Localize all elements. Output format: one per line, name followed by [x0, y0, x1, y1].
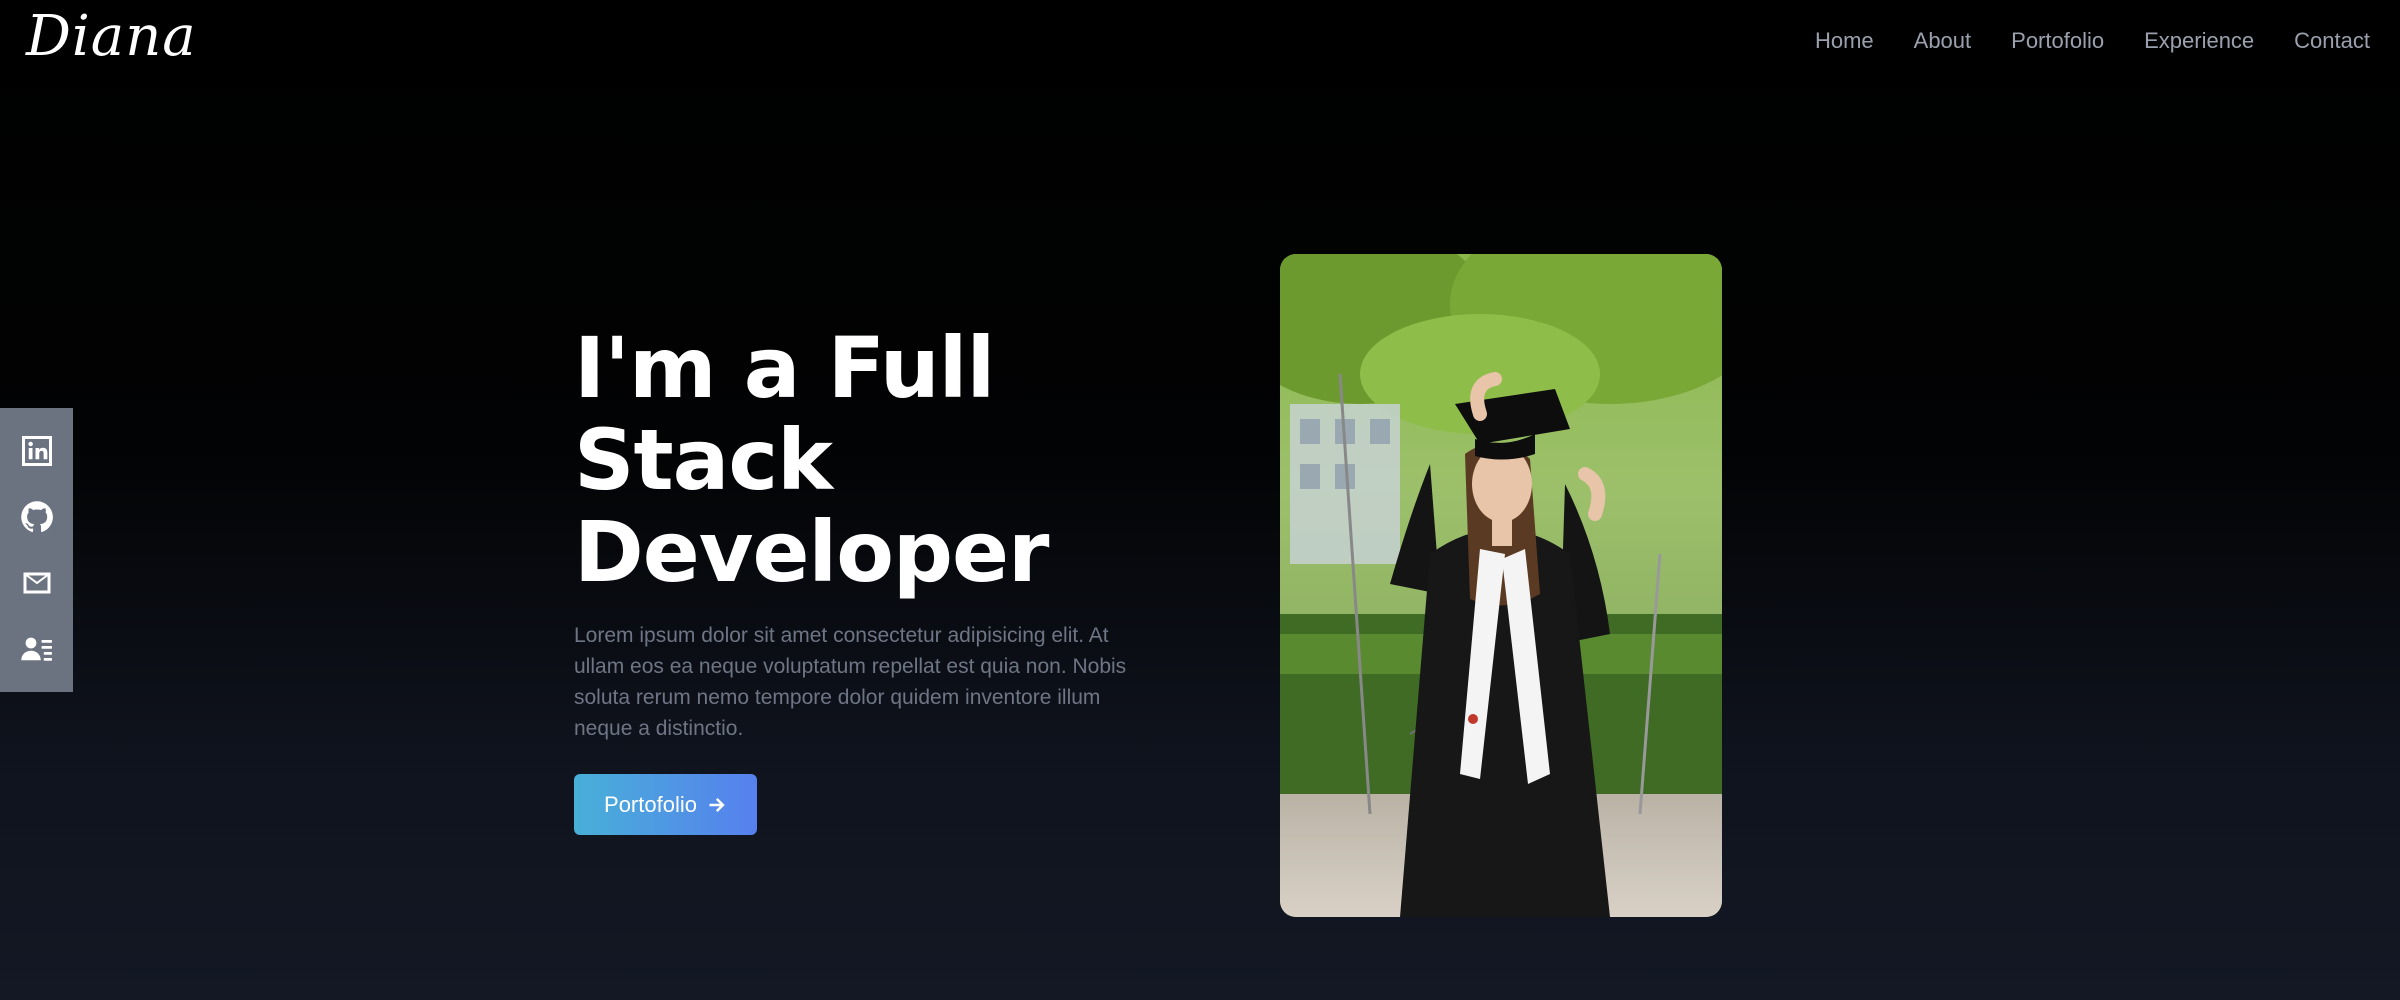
nav-link-about[interactable]: About — [1914, 28, 1972, 54]
linkedin-link[interactable] — [17, 431, 57, 471]
resume-icon — [20, 637, 52, 661]
mail-icon — [23, 572, 50, 594]
arrow-right-icon — [709, 797, 725, 812]
social-links-bar — [0, 408, 73, 692]
profile-photo — [1280, 254, 1722, 917]
hero-description: Lorem ipsum dolor sit amet consectetur a… — [574, 624, 1127, 740]
hero-title: I'm a Full Stack Developer — [574, 319, 1049, 601]
portfolio-button[interactable]: Portofolio — [574, 774, 757, 835]
navbar: Diana Home About Portofolio Experience C… — [0, 0, 2400, 92]
nav-link-home[interactable]: Home — [1815, 28, 1874, 54]
graduate-photo-illustration — [1280, 254, 1722, 917]
nav-link-contact[interactable]: Contact — [2294, 28, 2370, 54]
nav-menu: Home About Portofolio Experience Contact — [1815, 28, 2370, 54]
nav-link-experience[interactable]: Experience — [2144, 28, 2254, 54]
linkedin-icon — [21, 436, 52, 466]
github-link[interactable] — [17, 497, 57, 537]
portfolio-button-label: Portofolio — [604, 791, 697, 817]
github-icon — [20, 501, 53, 533]
resume-link[interactable] — [17, 629, 57, 669]
nav-link-portofolio[interactable]: Portofolio — [2011, 28, 2104, 54]
email-link[interactable] — [17, 563, 57, 603]
hero-section: I'm a Full Stack Developer Lorem ipsum d… — [574, 322, 1154, 744]
logo[interactable]: Diana — [26, 4, 197, 69]
